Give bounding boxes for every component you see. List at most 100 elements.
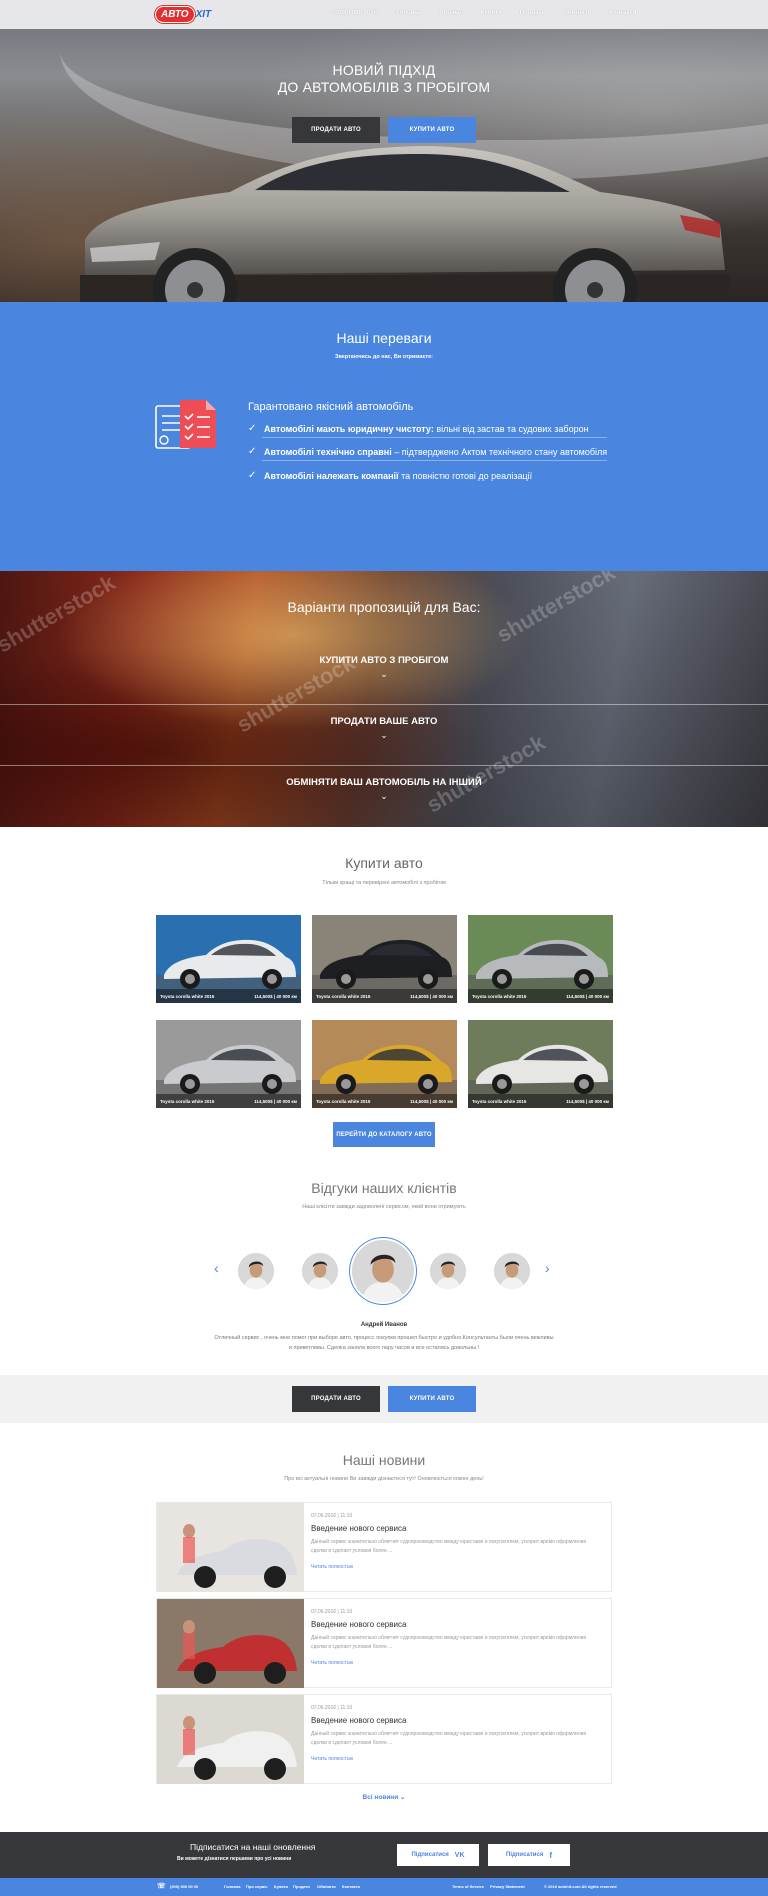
- car-wheel-rim: [579, 974, 589, 984]
- nav-item-contacts[interactable]: Контакти: [609, 10, 636, 16]
- news-date: 07.06.2016 | 11:10: [311, 1609, 353, 1615]
- car-card[interactable]: Toyota corolla white 2015 114,500$ | 40 0…: [312, 1020, 457, 1108]
- news-heading[interactable]: Введение нового сервиса: [311, 1620, 406, 1629]
- chevron-down-icon[interactable]: ⌄: [0, 791, 768, 802]
- news-excerpt: Данный сервис значительно облегчит судоп…: [311, 1539, 587, 1554]
- nav-item-sell[interactable]: Продати: [520, 10, 545, 16]
- offer-sell[interactable]: ПРОДАТИ ВАШЕ АВТО: [0, 716, 768, 727]
- news-excerpt: Данный сервис значительно облегчит судоп…: [311, 1731, 587, 1746]
- cta-sell-button[interactable]: ПРОДАТИ АВТО: [292, 1386, 380, 1412]
- car-caption: Toyota corolla white 2015 114,500$ | 40 0…: [468, 989, 613, 1003]
- offers-title: Варіанти пропозицій для Вас:: [287, 599, 481, 615]
- footer-privacy-link[interactable]: Privacy Statement: [490, 1884, 525, 1889]
- main-nav: + (000) 000 00 00 Головна Про нас Купити…: [331, 10, 654, 16]
- reviewer-avatar[interactable]: [302, 1253, 338, 1289]
- person-photo: [238, 1253, 274, 1289]
- nav-item-buy[interactable]: Купити: [481, 10, 502, 16]
- site-logo[interactable]: АВТО ХІТ: [155, 5, 212, 23]
- all-news-link[interactable]: Всі новини ⌄: [0, 1793, 768, 1801]
- footer-nav-exchange[interactable]: Обміняти: [317, 1884, 336, 1889]
- news-person-dress: [183, 1633, 195, 1659]
- footer-phone[interactable]: (000) 000 00 00: [170, 1884, 198, 1889]
- reviewer-avatar-active[interactable]: [352, 1240, 414, 1302]
- news-read-more-link[interactable]: Читать полностью: [311, 1756, 353, 1762]
- nav-item-home[interactable]: Головна: [397, 10, 422, 16]
- advantages-section: Наші переваги Звертаючись до нас, Ви отр…: [0, 302, 768, 571]
- news-item: 07.06.2016 | 11:10 Введение нового сервис…: [156, 1502, 612, 1592]
- footer-nav-contacts[interactable]: Контакти: [342, 1884, 360, 1889]
- offer-exchange[interactable]: ОБМІНЯТИ ВАШ АВТОМОБІЛЬ НА ІНШИЙ: [0, 777, 768, 788]
- header-phone[interactable]: + (000) 000 00 00: [331, 10, 379, 16]
- car-card[interactable]: Toyota corolla white 2015 114,500$ | 40 0…: [156, 1020, 301, 1108]
- car-wheel-rim: [497, 1079, 507, 1089]
- all-news-label: Всі новини: [362, 1794, 399, 1801]
- news-car-wheel: [194, 1566, 216, 1588]
- reviews-subtitle: Наші клієнти завжди задоволені сервісом,…: [302, 1204, 466, 1210]
- offer-buy-used[interactable]: КУПИТИ АВТО З ПРОБІГОМ: [0, 655, 768, 666]
- car-wheel-rim: [497, 974, 507, 984]
- footer-bar: ☏ (000) 000 00 00 Головна Про сервіс Куп…: [0, 1878, 768, 1896]
- divider: [0, 765, 768, 766]
- advantages-title: Наші переваги: [336, 330, 432, 346]
- news-car-wheel: [194, 1758, 216, 1780]
- subscribe-vk-button[interactable]: Підписатися VK: [397, 1844, 479, 1866]
- car-name: Toyota corolla white 2015: [472, 993, 527, 999]
- footer-nav-about[interactable]: Про сервіс: [246, 1884, 268, 1889]
- chevron-left-icon[interactable]: ‹: [214, 1260, 219, 1276]
- chevron-right-icon[interactable]: ›: [545, 1260, 550, 1276]
- news-car-wheel: [264, 1566, 286, 1588]
- news-excerpt: Данный сервис значительно облегчит судоп…: [311, 1635, 587, 1650]
- subscribe-fb-label: Підписатися: [506, 1852, 544, 1858]
- news-heading[interactable]: Введение нового сервиса: [311, 1716, 406, 1725]
- footer-terms-link[interactable]: Terms of Service: [452, 1884, 484, 1889]
- cta-buy-button[interactable]: КУПИТИ АВТО: [388, 1386, 476, 1412]
- vk-icon: VK: [454, 1851, 465, 1859]
- facebook-icon: f: [549, 1850, 552, 1860]
- reviewer-name: Андрей Иванов: [360, 1322, 408, 1328]
- car-caption: Toyota corolla white 2015 114,500$ | 40 0…: [312, 989, 457, 1003]
- logo-part2: ХІТ: [195, 8, 212, 20]
- news-person-dress: [183, 1537, 195, 1563]
- reviewer-avatar[interactable]: [494, 1253, 530, 1289]
- checkmark-icon: ✓: [248, 446, 257, 457]
- hero-sell-button[interactable]: ПРОДАТИ АВТО: [292, 117, 380, 143]
- news-heading[interactable]: Введение нового сервиса: [311, 1524, 406, 1533]
- advantage-item: ✓ Автомобілі належать компанії та повніс…: [248, 470, 532, 481]
- catalog-button[interactable]: ПЕРЕЙТИ ДО КАТАЛОГУ АВТО: [333, 1122, 435, 1147]
- news-photo: [157, 1599, 304, 1688]
- news-read-more-link[interactable]: Читать полностью: [311, 1564, 353, 1570]
- reviewer-avatar[interactable]: [430, 1253, 466, 1289]
- car-card[interactable]: Toyota corolla white 2015 114,500$ | 40 0…: [312, 915, 457, 1003]
- car-caption: Toyota corolla white 2015 114,500$ | 40 0…: [312, 1094, 457, 1108]
- divider: [262, 437, 607, 438]
- car-wheel-rim: [267, 974, 277, 984]
- chevron-down-icon[interactable]: ⌄: [0, 669, 768, 680]
- reviews-title: Відгуки наших клієнтів: [311, 1180, 457, 1196]
- subscribe-fb-button[interactable]: Підписатися f: [488, 1844, 570, 1866]
- nav-item-about[interactable]: Про нас: [439, 10, 463, 16]
- news-date: 07.06.2016 | 11:10: [311, 1705, 353, 1711]
- hero-section: НОВИЙ ПІДХІД ДО АВТОМОБІЛІВ З ПРОБІГОМ П…: [0, 0, 768, 302]
- footer-nav-home[interactable]: Головна: [224, 1884, 240, 1889]
- person-photo: [430, 1253, 466, 1289]
- hero-buy-button[interactable]: КУПИТИ АВТО: [388, 117, 476, 143]
- advantage-bold: Автомобілі належать компанії: [264, 470, 399, 481]
- buy-title: Купити авто: [345, 855, 423, 871]
- footer-nav-sell[interactable]: Продати: [293, 1884, 310, 1889]
- car-card[interactable]: Toyota corolla white 2015 114,500$ | 40 0…: [156, 915, 301, 1003]
- car-caption: Toyota corolla white 2015 114,500$ | 40 0…: [468, 1094, 613, 1108]
- car-price-mileage: 114,500$ | 40 000 км: [410, 993, 453, 999]
- nav-item-exchange[interactable]: Обміняти: [563, 10, 591, 16]
- car-card[interactable]: Toyota corolla white 2015 114,500$ | 40 0…: [468, 915, 613, 1003]
- checkmark-icon: ✓: [248, 423, 257, 434]
- checkmark-icon: ✓: [248, 470, 257, 481]
- car-name: Toyota corolla white 2015: [160, 1098, 215, 1104]
- car-name: Toyota corolla white 2015: [472, 1098, 527, 1104]
- news-read-more-link[interactable]: Читать полностью: [311, 1660, 353, 1666]
- chevron-down-icon[interactable]: ⌄: [0, 730, 768, 741]
- hero-car-image: [80, 146, 730, 302]
- car-name: Toyota corolla white 2015: [316, 1098, 371, 1104]
- footer-nav-buy[interactable]: Купити: [274, 1884, 288, 1889]
- car-card[interactable]: Toyota corolla white 2015 114,500$ | 40 0…: [468, 1020, 613, 1108]
- reviewer-avatar[interactable]: [238, 1253, 274, 1289]
